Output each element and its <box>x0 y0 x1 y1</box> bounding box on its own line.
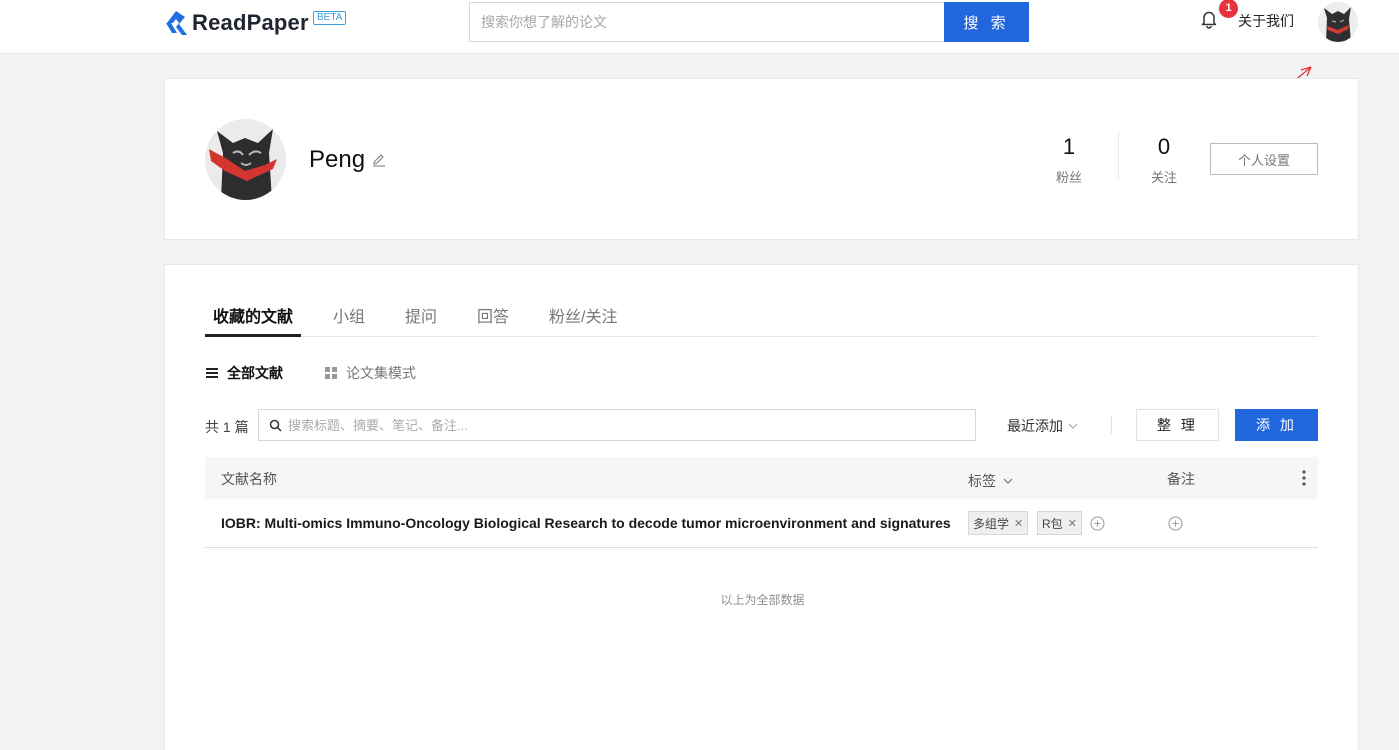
column-tags-header[interactable]: 标签 <box>968 471 1014 491</box>
fans-count: 1 <box>1062 134 1076 159</box>
following-stat[interactable]: 0 关注 <box>1134 133 1194 186</box>
profile-avatar[interactable] <box>205 119 286 200</box>
logo-text: ReadPaper <box>192 10 309 35</box>
tag-chip[interactable]: R包 ✕ <box>1037 511 1082 535</box>
column-name-header: 文献名称 <box>221 471 277 487</box>
readpaper-logo[interactable]: ReadPaper BETA <box>163 9 347 37</box>
paper-search-input[interactable] <box>469 2 944 42</box>
library-card: 收藏的文献 小组 提问 回答 粉丝/关注 全部文献 论文集模式 共 1 篇 搜索… <box>164 264 1359 750</box>
notification-badge: 1 <box>1219 0 1238 18</box>
grid-icon <box>325 367 337 379</box>
add-button[interactable]: 添 加 <box>1235 409 1318 441</box>
add-tag-icon[interactable] <box>1090 516 1105 531</box>
column-notes-header: 备注 <box>1167 471 1195 487</box>
tab-saved-papers[interactable]: 收藏的文献 <box>213 303 293 327</box>
tag-label: 多组学 <box>973 516 1010 531</box>
view-all-label: 全部文献 <box>227 365 283 381</box>
tab-fans-following[interactable]: 粉丝/关注 <box>549 303 617 327</box>
table-header: 文献名称 标签 备注 <box>205 457 1318 499</box>
avatar-image <box>1318 2 1358 42</box>
chevron-down-icon <box>1003 478 1013 484</box>
search-icon <box>269 419 282 432</box>
fans-label: 粉丝 <box>1055 170 1082 185</box>
tab-answers[interactable]: 回答 <box>477 303 509 327</box>
following-label: 关注 <box>1150 170 1177 185</box>
column-tags-label: 标签 <box>968 473 996 489</box>
sort-label: 最近添加 <box>1007 418 1063 434</box>
search-button[interactable]: 搜 索 <box>944 2 1029 42</box>
profile-tabs: 收藏的文献 小组 提问 回答 粉丝/关注 <box>205 297 1318 337</box>
paper-title[interactable]: IOBR: Multi-omics Immuno-Oncology Biolog… <box>221 515 951 531</box>
chevron-down-icon <box>1068 423 1078 429</box>
view-collection-label: 论文集模式 <box>346 365 416 381</box>
library-search-input[interactable] <box>288 417 975 433</box>
about-us-link[interactable]: 关于我们 <box>1238 11 1294 31</box>
organize-button[interactable]: 整 理 <box>1136 409 1219 441</box>
fans-stat[interactable]: 1 粉丝 <box>1039 133 1099 186</box>
paper-count: 共 1 篇 <box>205 419 249 435</box>
bell-icon[interactable] <box>1199 9 1219 29</box>
remove-tag-icon[interactable]: ✕ <box>1014 517 1023 530</box>
beta-badge: BETA <box>313 11 347 25</box>
active-tab-indicator <box>205 334 301 337</box>
paper-search: 搜 索 <box>469 2 1029 42</box>
stat-divider <box>1118 131 1119 179</box>
toolbar-divider <box>1111 416 1112 434</box>
personal-settings-button[interactable]: 个人设置 <box>1210 143 1318 175</box>
following-count: 0 <box>1157 134 1171 159</box>
library-search <box>258 409 976 441</box>
tag-label: R包 <box>1042 516 1063 531</box>
edit-pencil-icon[interactable] <box>372 153 386 167</box>
list-icon <box>206 368 218 378</box>
profile-avatar-image <box>205 119 286 200</box>
tab-questions[interactable]: 提问 <box>405 303 437 327</box>
profile-name: Peng <box>309 146 366 173</box>
more-options-icon[interactable] <box>1297 468 1311 488</box>
end-of-list-note: 以上为全部数据 <box>720 593 805 607</box>
user-avatar[interactable] <box>1318 2 1358 42</box>
top-header: ReadPaper BETA 搜 索 1 关于我们 <box>0 0 1399 54</box>
tab-groups[interactable]: 小组 <box>333 303 365 327</box>
tag-chip[interactable]: 多组学 ✕ <box>968 511 1029 535</box>
logo-icon <box>166 11 187 35</box>
profile-card: Peng 1 粉丝 0 关注 个人设置 <box>164 78 1359 240</box>
view-collection-mode[interactable]: 论文集模式 <box>324 363 416 383</box>
table-row[interactable]: IOBR: Multi-omics Immuno-Oncology Biolog… <box>205 499 1318 548</box>
add-note-icon[interactable] <box>1168 516 1183 531</box>
view-all-papers[interactable]: 全部文献 <box>205 363 283 383</box>
remove-tag-icon[interactable]: ✕ <box>1068 517 1077 530</box>
sort-dropdown[interactable]: 最近添加 <box>1007 416 1079 436</box>
